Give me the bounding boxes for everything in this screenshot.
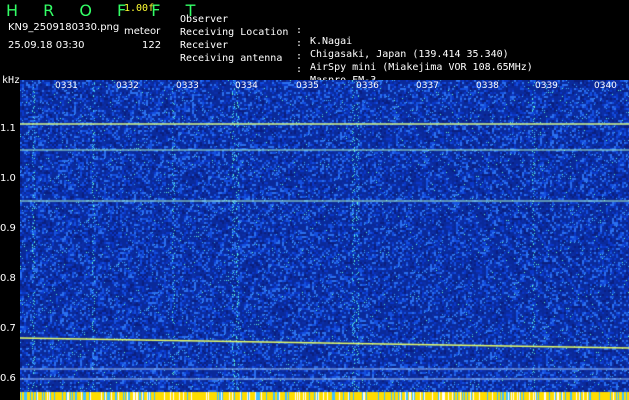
x-tick-label: 0331 bbox=[55, 81, 78, 91]
y-tick-label: 0.7 bbox=[0, 323, 16, 334]
y-tick-label: 0.6 bbox=[0, 373, 16, 384]
x-tick-label: 0336 bbox=[356, 81, 379, 91]
info-separator: : bbox=[296, 25, 303, 36]
y-axis-unit: kHz bbox=[2, 75, 21, 86]
header-panel: H R O F F T 1.00f KN9_2509180330.png met… bbox=[0, 0, 629, 86]
x-tick-label: 0339 bbox=[535, 81, 558, 91]
x-tick-label: 0337 bbox=[416, 81, 439, 91]
app-version: 1.00f bbox=[124, 3, 155, 14]
spectrogram-canvas bbox=[20, 80, 629, 400]
info-value: K.Nagai bbox=[310, 36, 353, 47]
info-row-antenna: Receiving antenna : Maspro FM-3 bbox=[180, 42, 376, 86]
x-tick-label: 0332 bbox=[116, 81, 139, 91]
file-name: KN9_2509180330.png bbox=[8, 22, 120, 33]
x-tick-label: 0335 bbox=[296, 81, 319, 91]
info-row-receiver: Receiver : AirSpy mini (Miakejima VOR 10… bbox=[180, 29, 533, 73]
x-tick-label: 0340 bbox=[594, 81, 617, 91]
info-separator: : bbox=[296, 64, 303, 75]
info-key: Receiving antenna bbox=[180, 53, 283, 64]
info-value: AirSpy mini (Miakejima VOR 108.65MHz) bbox=[310, 62, 533, 73]
x-tick-label: 0334 bbox=[235, 81, 258, 91]
info-separator: : bbox=[296, 38, 303, 49]
x-tick-label: 0333 bbox=[176, 81, 199, 91]
x-tick-label: 0338 bbox=[476, 81, 499, 91]
info-row-observer: Observer : K.Nagai bbox=[180, 3, 352, 47]
y-tick-label: 0.9 bbox=[0, 223, 16, 234]
y-tick-label: 1.1 bbox=[0, 123, 16, 134]
mode-label: meteor bbox=[124, 26, 161, 37]
info-row-location: Receiving Location : Chigasaki, Japan (1… bbox=[180, 16, 509, 60]
app-logo: H R O F F T bbox=[6, 1, 206, 20]
y-tick-label: 1.0 bbox=[0, 173, 16, 184]
y-tick-label: 0.8 bbox=[0, 273, 16, 284]
meteor-count: 122 bbox=[142, 40, 162, 51]
info-value: Chigasaki, Japan (139.414 35.340) bbox=[310, 49, 509, 60]
station-info: Observer : K.Nagai Receiving Location : … bbox=[180, 3, 533, 86]
date-time: 25.09.18 03:30 bbox=[8, 40, 85, 51]
info-separator: : bbox=[296, 51, 303, 62]
